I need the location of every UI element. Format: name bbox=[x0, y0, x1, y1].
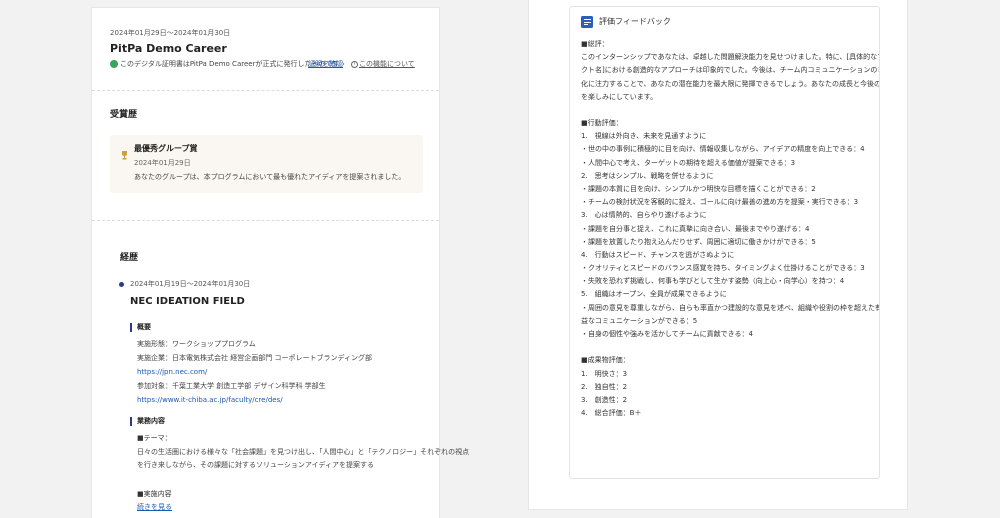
trophy-icon bbox=[121, 145, 128, 160]
certificate-period: 2024年01月29日～2024年01月30日 bbox=[110, 29, 231, 37]
work-heading: 業務内容 bbox=[137, 417, 165, 425]
feedback-line: ・課題の本質に目を向け、シンプルかつ明快な目標を描くことができる：2 bbox=[581, 184, 816, 193]
feedback-line: ・人間中心で考え、ターゲットの期待を超える価値が提案できる：3 bbox=[581, 158, 796, 167]
feedback-line: ・クオリティとスピードのバランス感覚を持ち、タイミングよく仕掛けることができる：… bbox=[581, 264, 865, 273]
university-url-link[interactable]: https://www.it-chiba.ac.jp/faculty/cre/d… bbox=[137, 396, 283, 405]
feedback-line: 3. 創造性：2 bbox=[581, 395, 628, 404]
feedback-line: ■総評： bbox=[581, 40, 609, 48]
implementation-heading: ■実施内容 bbox=[137, 490, 172, 498]
help-circle-icon[interactable]: ? bbox=[351, 61, 358, 68]
feedback-line: 5. 組織はオープン、全員が成果できるように bbox=[581, 290, 727, 299]
company-url-link[interactable]: https://jpn.nec.com/ bbox=[137, 368, 207, 377]
verify-link[interactable]: 証明を確認 bbox=[308, 60, 343, 69]
certificate-title: PitPa Demo Career bbox=[110, 42, 227, 55]
awards-heading: 受賞歴 bbox=[110, 110, 138, 120]
theme-line: を行き来しながら、その課題に対するソリューションアイディアを提案する bbox=[137, 461, 375, 469]
feedback-line: クト名]における創造的なアプローチは印象的でした。今後は、チーム内コミュニケーシ… bbox=[581, 66, 880, 75]
feedback-line: ■行動評価： bbox=[581, 119, 623, 128]
career-heading: 経歴 bbox=[120, 253, 139, 263]
timeline-dot bbox=[119, 282, 124, 287]
certificate-card: 2024年01月29日～2024年01月30日 PitPa Demo Caree… bbox=[91, 7, 469, 518]
career-period: 2024年01月19日～2024年01月30日 bbox=[130, 280, 251, 288]
award-description: あなたのグループは、本プログラムにおいて最も優れたアイディアを提案されました。 bbox=[134, 173, 406, 181]
career-title: NEC IDEATION FIELD bbox=[130, 296, 245, 307]
feedback-line: ・課題を自分事と捉え、これに真摯に向き合い、最後までやり遂げる：4 bbox=[581, 224, 810, 233]
feedback-title: 評価フィードバック bbox=[599, 17, 671, 26]
feedback-line: 2. 思考はシンプル、戦略を併せるように bbox=[581, 171, 714, 180]
feedback-line: 1. 明快さ：3 bbox=[581, 369, 628, 378]
feedback-line: 4. 行動はスピード、チャンスを逃がさぬように bbox=[581, 250, 735, 259]
verified-check-icon bbox=[110, 60, 118, 74]
feedback-line: 1. 視線は外向き、未来を見通すように bbox=[581, 132, 707, 141]
verify-statement: このデジタル証明書はPitPa Demo Careerが正式に発行したものです bbox=[120, 60, 340, 68]
feedback-line: ・課題を放置したり抱え込んだりせず、周囲に適切に働きかけができる：5 bbox=[581, 237, 816, 246]
feedback-line: 益なコミュニケーションができる：5 bbox=[581, 316, 698, 325]
feedback-line: を楽しみにしています。 bbox=[581, 92, 658, 101]
overview-line: 実施企業：日本電気株式会社 経営企画部門 コーポレートブランディング部 bbox=[137, 354, 372, 362]
award-name: 最優秀グループ賞 bbox=[134, 144, 198, 153]
feedback-line: 4. 総合評価：B＋ bbox=[581, 409, 642, 418]
overview-line: 実施形態：ワークショッププログラム bbox=[137, 340, 256, 348]
divider bbox=[92, 90, 439, 91]
about-feature-link[interactable]: この機能について bbox=[359, 60, 415, 69]
feedback-card: 評価フィードバック ■総評： このインターンシップであなたは、卓越した問題解決能力… bbox=[528, 0, 908, 510]
feedback-line: このインターンシップであなたは、卓越した問題解決能力を見せつけました。特に、[具… bbox=[581, 53, 880, 62]
feedback-line: 3. 心は情熱的、自らやり遂げるように bbox=[581, 211, 707, 220]
feedback-line: 2. 独自性：2 bbox=[581, 382, 628, 391]
theme-line: 日々の生活圏における様々な「社会課題」を見つけ出し、「人間中心」と「テクノロジー… bbox=[137, 448, 470, 456]
overview-line: 参加対象：千葉工業大学 創造工学部 デザイン科学科 学部生 bbox=[137, 382, 326, 390]
chevron-right-icon: › bbox=[342, 60, 345, 68]
award-date: 2024年01月29日 bbox=[134, 159, 191, 167]
award-item: 最優秀グループ賞 2024年01月29日 あなたのグループは、本プログラムにおい… bbox=[110, 135, 423, 193]
feedback-panel: 評価フィードバック ■総評： このインターンシップであなたは、卓越した問題解決能力… bbox=[569, 6, 880, 479]
read-more-link[interactable]: 続きを見る bbox=[137, 503, 172, 512]
document-icon bbox=[581, 16, 593, 28]
feedback-line: ・周囲の意見を尊重しながら、自らも率直かつ建設的な意見を述べ、組織や役割の枠を超… bbox=[581, 303, 880, 312]
feedback-line: 化に注力することで、あなたの潜在能力を最大限に発揮できるでしょう。あなたの成長と… bbox=[581, 79, 880, 88]
feedback-line: ・失敗を恐れず挑戦し、何事も学びとして生かす姿勢（向上心・向学心）を持つ：4 bbox=[581, 277, 845, 286]
feedback-line: ■成果物評価： bbox=[581, 356, 630, 365]
overview-heading: 概要 bbox=[137, 323, 151, 331]
feedback-line: ・世の中の事例に積極的に目を向け、情報収集しながら、アイデアの精度を向上できる：… bbox=[581, 145, 865, 154]
section-marker bbox=[130, 323, 132, 332]
divider bbox=[92, 220, 439, 221]
feedback-line: ・自身の個性や強みを活かしてチームに貢献できる：4 bbox=[581, 329, 753, 338]
section-marker bbox=[130, 417, 132, 426]
theme-heading: ■テーマ： bbox=[137, 434, 172, 442]
feedback-line: ・チームの検討状況を客観的に捉え、ゴールに向け最善の進め方を提案・実行できる：3 bbox=[581, 198, 859, 207]
